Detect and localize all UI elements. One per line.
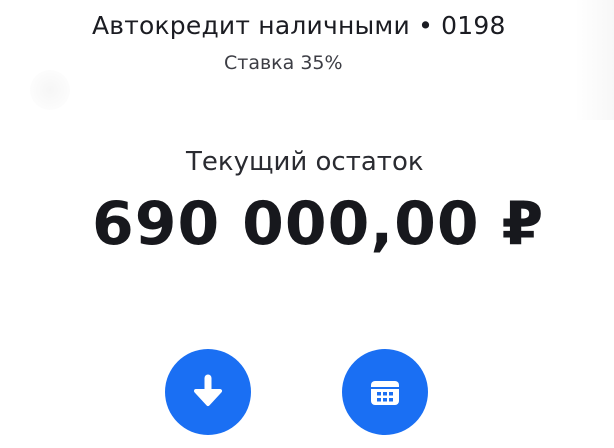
background-shade: [30, 70, 70, 110]
loan-title: Автокредит наличными • 0198: [92, 11, 506, 40]
loan-detail-screen: Автокредит наличными • 0198 Ставка 35% Т…: [0, 0, 614, 448]
current-balance-label: Текущий остаток: [186, 147, 424, 177]
payment-schedule-button[interactable]: [342, 349, 428, 435]
background-shade: [574, 0, 614, 120]
calendar-icon: [371, 381, 399, 405]
interest-rate: Ставка 35%: [224, 52, 343, 74]
arrow-down-icon: [194, 374, 222, 406]
deposit-button[interactable]: [165, 349, 251, 435]
current-balance-amount: 690 000,00 ₽: [92, 189, 545, 259]
